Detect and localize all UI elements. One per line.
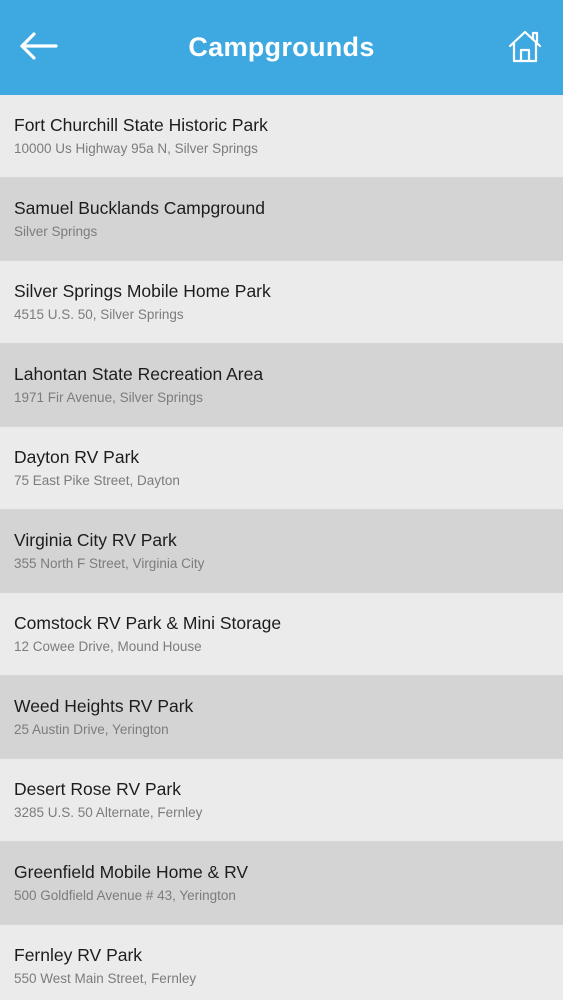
- campground-name: Comstock RV Park & Mini Storage: [14, 613, 282, 633]
- campground-address: 1971 Fir Avenue, Silver Springs: [14, 390, 203, 405]
- campground-address: 550 West Main Street, Fernley: [14, 971, 197, 986]
- campground-address: 500 Goldfield Avenue # 43, Yerington: [14, 888, 236, 903]
- list-item[interactable]: Desert Rose RV Park 3285 U.S. 50 Alterna…: [0, 759, 563, 842]
- home-button[interactable]: [501, 24, 549, 72]
- campground-list: Fort Churchill State Historic Park 10000…: [0, 95, 563, 1000]
- campground-address: 355 North F Street, Virginia City: [14, 556, 205, 571]
- campground-name: Samuel Bucklands Campground: [14, 198, 265, 218]
- list-item[interactable]: Fort Churchill State Historic Park 10000…: [0, 95, 563, 178]
- campground-name: Fort Churchill State Historic Park: [14, 115, 268, 135]
- list-item[interactable]: Samuel Bucklands Campground Silver Sprin…: [0, 178, 563, 261]
- list-item[interactable]: Lahontan State Recreation Area 1971 Fir …: [0, 344, 563, 427]
- campground-name: Dayton RV Park: [14, 447, 140, 467]
- list-item[interactable]: Comstock RV Park & Mini Storage 12 Cowee…: [0, 593, 563, 676]
- campgrounds-screen: Campgrounds Fort Churchill State Histori…: [0, 0, 563, 1000]
- list-item[interactable]: Fernley RV Park 550 West Main Street, Fe…: [0, 925, 563, 1000]
- list-item[interactable]: Greenfield Mobile Home & RV 500 Goldfiel…: [0, 842, 563, 925]
- list-item[interactable]: Weed Heights RV Park 25 Austin Drive, Ye…: [0, 676, 563, 759]
- campground-address: 10000 Us Highway 95a N, Silver Springs: [14, 141, 258, 156]
- campground-address: 4515 U.S. 50, Silver Springs: [14, 307, 184, 322]
- campground-address: 3285 U.S. 50 Alternate, Fernley: [14, 805, 203, 820]
- campground-name: Virginia City RV Park: [14, 530, 177, 550]
- campground-address: Silver Springs: [14, 224, 98, 239]
- campground-address: 25 Austin Drive, Yerington: [14, 722, 169, 737]
- list-item[interactable]: Silver Springs Mobile Home Park 4515 U.S…: [0, 261, 563, 344]
- campground-name: Desert Rose RV Park: [14, 779, 181, 799]
- campground-name: Weed Heights RV Park: [14, 696, 194, 716]
- campground-address: 12 Cowee Drive, Mound House: [14, 639, 202, 654]
- campground-name: Greenfield Mobile Home & RV: [14, 862, 249, 882]
- page-title: Campgrounds: [188, 32, 375, 62]
- campground-address: 75 East Pike Street, Dayton: [14, 473, 180, 488]
- nav-bar: Campgrounds: [0, 0, 563, 95]
- list-item[interactable]: Virginia City RV Park 355 North F Street…: [0, 510, 563, 593]
- back-arrow-icon: [18, 31, 58, 66]
- list-item[interactable]: Dayton RV Park 75 East Pike Street, Dayt…: [0, 427, 563, 510]
- campground-name: Silver Springs Mobile Home Park: [14, 281, 271, 301]
- campground-name: Fernley RV Park: [14, 945, 143, 965]
- home-icon: [507, 28, 543, 69]
- back-button[interactable]: [14, 26, 62, 70]
- campground-name: Lahontan State Recreation Area: [14, 364, 264, 384]
